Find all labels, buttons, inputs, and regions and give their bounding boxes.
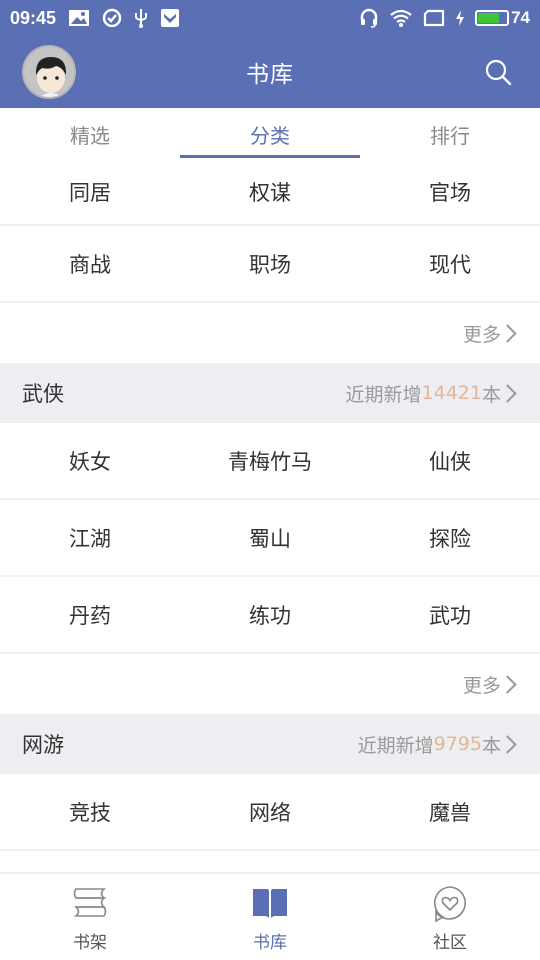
category-row: 江湖 蜀山 探险 <box>0 500 540 577</box>
status-time: 09:45 <box>10 7 57 28</box>
status-bar: 09:45 74 <box>0 0 540 36</box>
category-item[interactable]: 竞技 <box>0 797 180 827</box>
search-icon[interactable] <box>484 58 512 86</box>
category-item[interactable]: 江湖 <box>0 523 180 553</box>
nav-community[interactable]: 社区 <box>360 874 540 960</box>
category-item[interactable]: 探险 <box>360 523 540 553</box>
stat-prefix: 近期新增 <box>345 383 422 406</box>
category-item[interactable]: 权谋 <box>180 177 360 207</box>
wifi-icon <box>390 9 412 27</box>
battery-icon <box>475 10 510 26</box>
category-item[interactable]: 网络 <box>180 797 360 827</box>
category-list[interactable]: 同居 权谋 官场 商战 职场 现代 更多 武侠 近期新增 14421 本 妖女 … <box>0 160 540 872</box>
category-row: 竞技 网络 魔兽 <box>0 774 540 851</box>
usb-icon <box>135 9 148 28</box>
category-item[interactable]: 商战 <box>0 249 180 279</box>
battery-indicator: 74 <box>475 8 530 28</box>
more-link[interactable]: 更多 <box>0 303 540 363</box>
more-label: 更多 <box>462 674 501 697</box>
category-item[interactable]: 蜀山 <box>180 523 360 553</box>
section-title: 武侠 <box>22 382 64 406</box>
stat-prefix: 近期新增 <box>357 734 434 757</box>
battery-fill <box>478 13 499 23</box>
tab-bar: 精选 分类 排行 <box>0 108 540 160</box>
battery-level: 74 <box>511 8 530 27</box>
check-circle-icon <box>102 8 122 28</box>
section-title: 网游 <box>22 733 64 757</box>
more-link[interactable]: 更多 <box>0 654 540 714</box>
category-item[interactable]: 仙侠 <box>360 446 540 476</box>
category-item[interactable]: 武功 <box>360 600 540 630</box>
nav-library[interactable]: 书库 <box>180 874 360 960</box>
stat-count: 9795 <box>433 733 482 755</box>
bookshelf-icon <box>73 888 107 917</box>
category-item[interactable]: 青梅竹马 <box>180 446 360 476</box>
category-item[interactable]: 练功 <box>180 600 360 630</box>
community-heart-icon <box>433 886 466 923</box>
user-avatar[interactable] <box>22 45 76 99</box>
app-header: 书库 <box>0 36 540 108</box>
stat-count: 14421 <box>421 382 482 404</box>
category-item[interactable]: 丹药 <box>0 600 180 630</box>
image-notification-icon <box>69 10 90 26</box>
section-header-online-games[interactable]: 网游 近期新增 9795 本 <box>0 714 540 774</box>
avatar-face-icon <box>24 47 74 97</box>
chevron-right-icon <box>498 734 517 754</box>
category-row: 同居 权谋 官场 <box>0 160 540 226</box>
category-row: 商战 职场 现代 <box>0 226 540 303</box>
shield-icon <box>161 9 180 27</box>
tab-categories[interactable]: 分类 <box>180 108 360 160</box>
tab-rankings[interactable]: 排行 <box>360 108 540 160</box>
section-header-wuxia[interactable]: 武侠 近期新增 14421 本 <box>0 363 540 423</box>
tab-featured[interactable]: 精选 <box>0 108 180 160</box>
category-item[interactable]: 现代 <box>360 249 540 279</box>
category-item[interactable]: 妖女 <box>0 446 180 476</box>
category-item[interactable]: 同居 <box>0 177 180 207</box>
nav-label: 书库 <box>253 933 287 953</box>
nav-label: 书架 <box>73 933 107 953</box>
screen-icon <box>423 9 445 27</box>
charging-icon <box>456 10 465 26</box>
category-row: 丹药 练功 武功 <box>0 577 540 654</box>
nav-label: 社区 <box>433 933 467 953</box>
chevron-right-icon <box>498 383 517 403</box>
chevron-right-icon <box>498 323 517 343</box>
nav-bookshelf[interactable]: 书架 <box>0 874 180 960</box>
category-item[interactable]: 官场 <box>360 177 540 207</box>
open-book-icon <box>253 889 287 918</box>
section-new-count: 近期新增 14421 本 <box>346 380 518 407</box>
category-item[interactable]: 魔兽 <box>360 797 540 827</box>
category-item[interactable]: 职场 <box>180 249 360 279</box>
section-new-count: 近期新增 9795 本 <box>358 731 518 758</box>
bottom-navigation: 书架 书库 社区 <box>0 872 540 960</box>
page-title: 书库 <box>246 62 294 88</box>
category-row: 妖女 青梅竹马 仙侠 <box>0 423 540 500</box>
more-label: 更多 <box>462 323 501 346</box>
chevron-right-icon <box>498 674 517 694</box>
app-root: 09:45 74 书库 精选 分类 排行 同居 权谋 官场 商战 职场 现代 更… <box>0 0 540 960</box>
headset-icon <box>360 8 378 28</box>
